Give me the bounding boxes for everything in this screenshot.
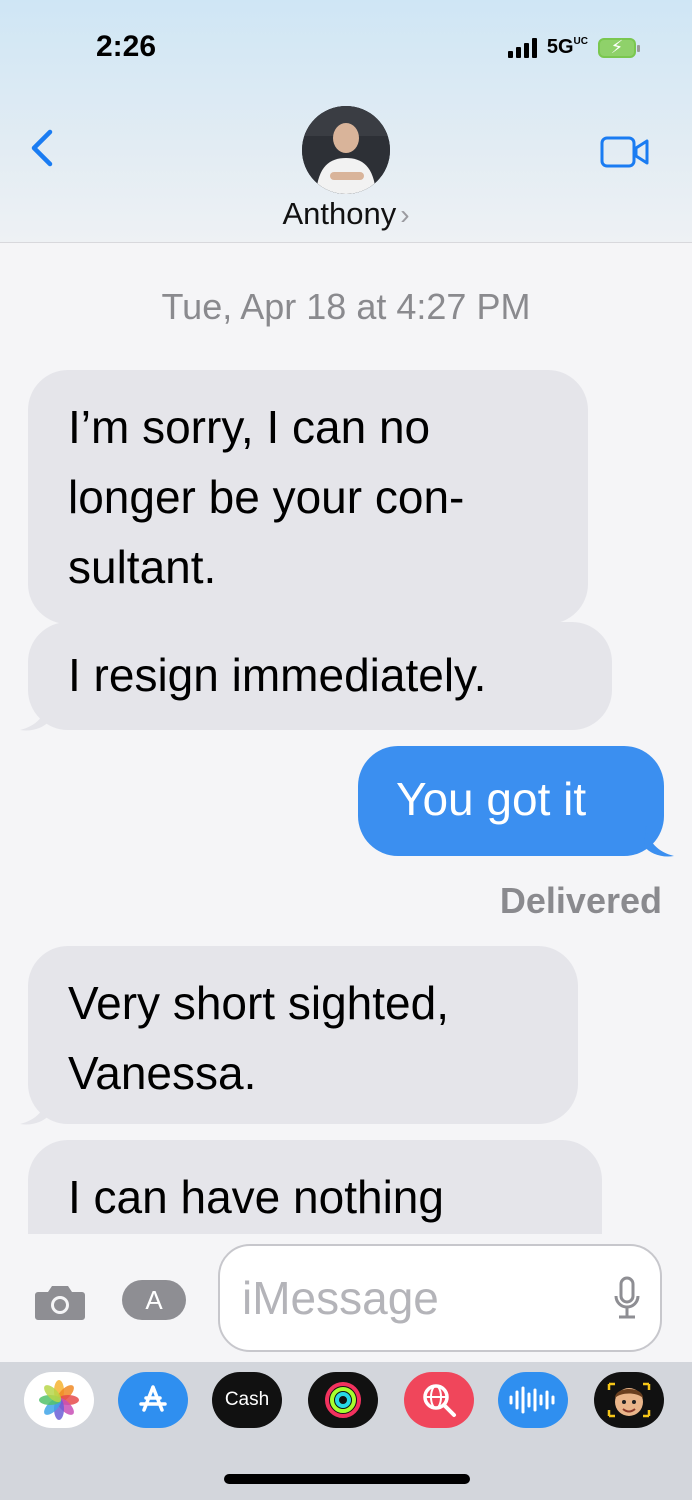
- message-text-line: longer be your con-: [68, 471, 465, 523]
- contact-name: Anthony: [282, 196, 397, 231]
- facetime-video-button[interactable]: [600, 136, 650, 173]
- dictation-button[interactable]: [614, 1276, 640, 1325]
- photos-icon: [39, 1380, 79, 1420]
- activity-icon: [325, 1382, 361, 1418]
- home-indicator[interactable]: [224, 1474, 470, 1484]
- status-time: 2:26: [96, 30, 157, 63]
- memoji-icon: [607, 1382, 651, 1418]
- chevron-left-icon: [31, 129, 53, 167]
- imessage-input[interactable]: [240, 1264, 604, 1332]
- message-text-line: I can have nothing: [68, 1171, 444, 1223]
- apple-cash-icon: Cash: [224, 1389, 270, 1410]
- app-store-icon: A: [145, 1284, 163, 1315]
- web-search-icon: [423, 1384, 456, 1417]
- incoming-message[interactable]: I resign immediately.: [28, 622, 612, 730]
- message-text-line: I’m sorry, I can no: [68, 401, 431, 453]
- network-type: 5GUC: [546, 36, 588, 58]
- message-text-line: Very short sighted,: [68, 977, 449, 1029]
- audio-message-app-button[interactable]: [498, 1372, 568, 1428]
- outgoing-message[interactable]: You got it: [358, 746, 664, 856]
- battery-charging-icon: ⚡: [598, 37, 640, 58]
- cellular-signal-icon: [507, 37, 537, 58]
- message-text-line: sultant.: [68, 541, 217, 593]
- app-store-drawer-button[interactable]: A: [122, 1280, 186, 1320]
- activity-app-button[interactable]: [308, 1372, 378, 1428]
- contact-avatar[interactable]: [302, 106, 390, 194]
- video-camera-icon: [600, 136, 649, 168]
- web-search-app-button[interactable]: [404, 1372, 474, 1428]
- camera-button[interactable]: [34, 1284, 86, 1325]
- app-store-app-button[interactable]: [118, 1372, 188, 1428]
- photos-app-button[interactable]: [24, 1372, 94, 1428]
- bubble-tail: [644, 826, 674, 857]
- delivery-status: Delivered: [499, 880, 662, 921]
- apple-cash-app-button[interactable]: Cash: [212, 1372, 282, 1428]
- message-text-line: You got it: [396, 773, 587, 825]
- incoming-message[interactable]: Very short sighted, Vanessa.: [28, 946, 578, 1124]
- message-timestamp: Tue, Apr 18 at 4:27 PM: [161, 286, 531, 327]
- chevron-right-icon: ›: [400, 199, 410, 230]
- bubble-tail: [20, 1094, 50, 1125]
- message-field-container: [218, 1244, 662, 1352]
- conversation-header: 2:26 5GUC ⚡ Anthony ›: [0, 0, 692, 243]
- contact-name-button[interactable]: Anthony ›: [0, 196, 692, 232]
- message-text-line: I resign immediately.: [68, 649, 487, 701]
- microphone-icon: [614, 1276, 640, 1319]
- bubble-tail: [20, 700, 50, 731]
- app-store-icon: [139, 1385, 167, 1412]
- back-button[interactable]: [26, 128, 56, 173]
- audio-message-icon: [509, 1386, 555, 1414]
- contact-photo: [302, 106, 390, 194]
- camera-icon: [35, 1286, 85, 1320]
- status-indicators: 5GUC ⚡: [507, 36, 640, 59]
- incoming-message[interactable]: I’m sorry, I can no longer be your con- …: [28, 370, 588, 624]
- message-text-line: Vanessa.: [68, 1047, 257, 1099]
- memoji-app-button[interactable]: [594, 1372, 664, 1428]
